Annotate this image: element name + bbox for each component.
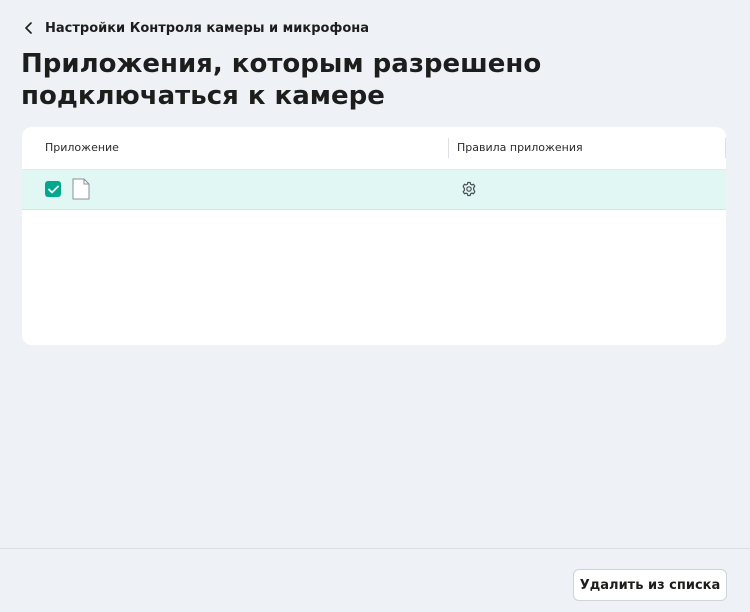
- column-resize-handle[interactable]: [725, 138, 726, 158]
- apps-table: Приложение Правила приложения: [22, 127, 726, 345]
- column-header-app[interactable]: Приложение: [45, 141, 119, 154]
- gear-icon[interactable]: [461, 181, 477, 197]
- checkmark-icon: [47, 185, 59, 193]
- column-header-rules[interactable]: Правила приложения: [457, 141, 583, 154]
- breadcrumb[interactable]: Настройки Контроля камеры и микрофона: [21, 17, 369, 39]
- file-icon: [72, 178, 90, 200]
- breadcrumb-label[interactable]: Настройки Контроля камеры и микрофона: [45, 21, 369, 36]
- footer-divider: [0, 548, 750, 549]
- page-title: Приложения, которым разрешено подключать…: [21, 49, 542, 111]
- column-resize-handle[interactable]: [448, 138, 449, 158]
- table-row[interactable]: [22, 170, 726, 210]
- row-checkbox[interactable]: [45, 181, 61, 197]
- table-header: Приложение Правила приложения: [22, 127, 726, 170]
- chevron-left-icon[interactable]: [21, 20, 37, 36]
- remove-from-list-button[interactable]: Удалить из списка: [573, 569, 727, 601]
